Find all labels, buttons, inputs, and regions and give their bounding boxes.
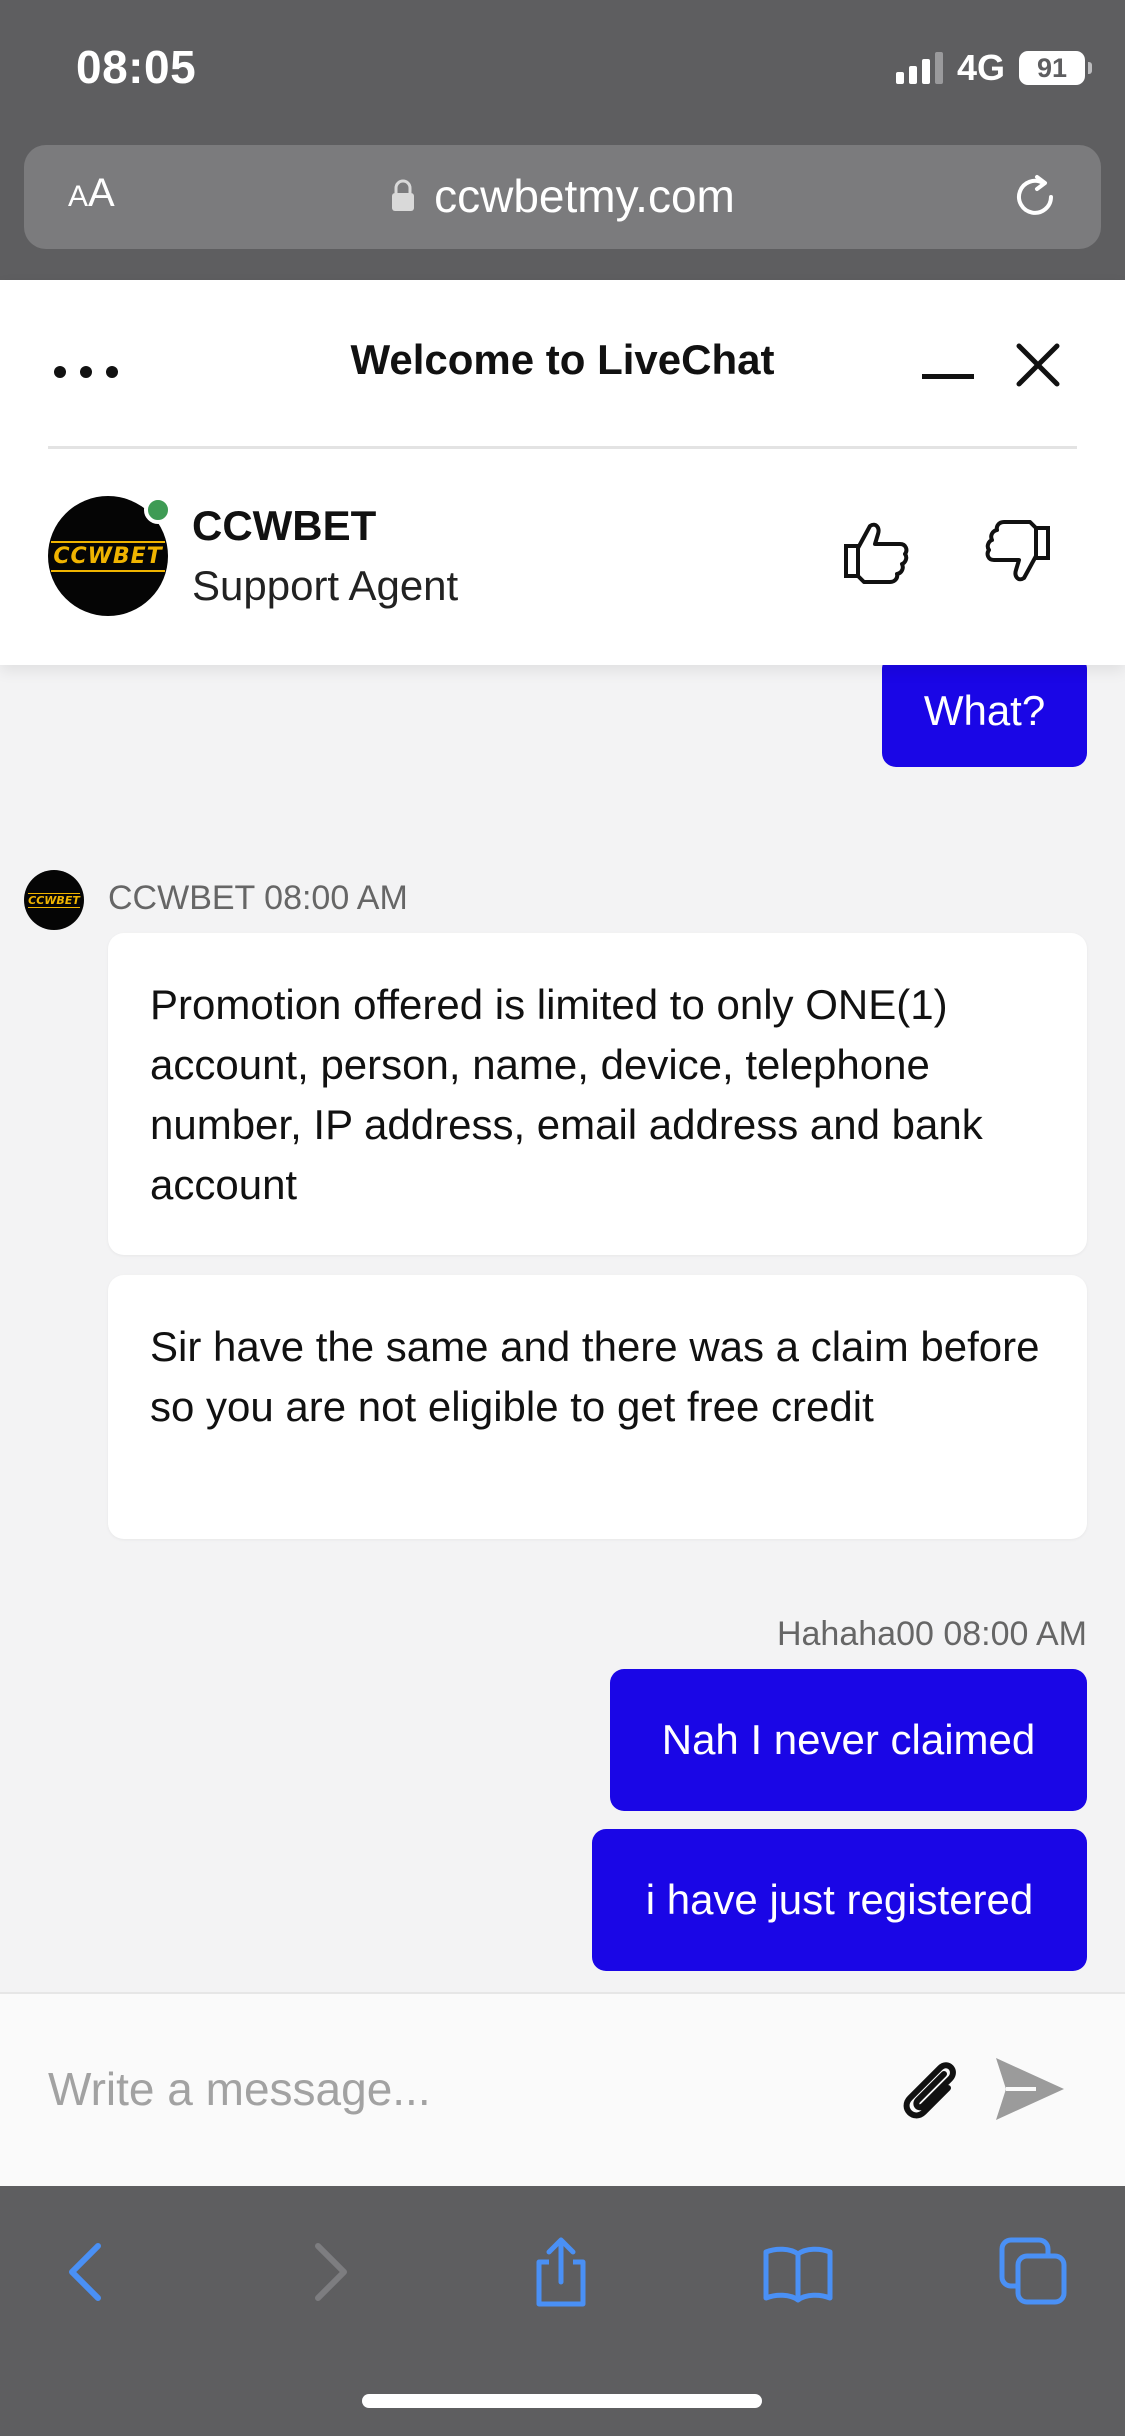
message-input[interactable] (48, 2054, 848, 2124)
agent-message-meta: CCWBET 08:00 AM (108, 879, 408, 917)
agent-logo: CCWBET (51, 540, 165, 572)
lock-icon (392, 179, 415, 211)
url-display[interactable]: ccwbetmy.com (24, 169, 1101, 223)
tabs-icon[interactable] (998, 2236, 1070, 2308)
network-type: 4G (956, 47, 1005, 88)
bookmarks-icon[interactable] (762, 2236, 834, 2308)
battery-level: 91 (1036, 52, 1068, 83)
minimize-icon[interactable] (922, 374, 974, 379)
agent-message-bubble: Sir have the same and there was a claim … (108, 1275, 1087, 1539)
status-indicators: 4G 91 (895, 46, 1092, 90)
message-text: Promotion offered is limited to only ONE… (150, 981, 983, 1208)
send-icon[interactable] (992, 2054, 1068, 2124)
message-composer (0, 1992, 1125, 2186)
agent-name: CCWBET (192, 502, 377, 549)
message-text: Sir have the same and there was a claim … (150, 1323, 1040, 1430)
reload-icon[interactable] (1007, 169, 1063, 225)
user-message-bubble: Nah I never claimed (610, 1669, 1087, 1811)
user-message-meta: Hahaha00 08:00 AM (776, 1615, 1087, 1653)
address-bar[interactable]: AA ccwbetmy.com (24, 145, 1101, 249)
agent-small-avatar: CCWBET (24, 870, 84, 930)
thumbs-down-icon[interactable] (980, 520, 1052, 592)
header-divider (48, 446, 1077, 449)
message-list[interactable]: What? CCWBET CCWBET 08:00 AM Promotion o… (0, 665, 1125, 1992)
agent-message-bubble: Promotion offered is limited to only ONE… (108, 933, 1087, 1255)
forward-icon[interactable] (292, 2236, 364, 2308)
message-text: Nah I never claimed (661, 1716, 1036, 1763)
status-time: 08:05 (76, 41, 197, 93)
url-text: ccwbetmy.com (434, 170, 735, 222)
agent-role: Support Agent (192, 562, 459, 609)
home-indicator (362, 2394, 762, 2408)
avatar: CCWBET (48, 496, 172, 616)
battery-icon: 91 (1019, 51, 1092, 85)
attach-icon[interactable] (892, 2052, 968, 2128)
close-icon[interactable] (1013, 340, 1063, 390)
online-status-dot (144, 496, 172, 524)
signal-icon (895, 52, 943, 84)
back-icon[interactable] (52, 2236, 124, 2308)
browser-top-chrome: 08:05 4G 91 AA ccwbetmy.com (0, 0, 1125, 280)
agent-logo-small: CCWBET (28, 892, 80, 908)
message-text: i have just registered (645, 1876, 1034, 1923)
chat-header: Welcome to LiveChat CCWBET CCWBET Suppor… (0, 280, 1125, 665)
share-icon[interactable] (525, 2236, 597, 2308)
user-message-bubble: What? (882, 665, 1087, 767)
user-message-bubble: i have just registered (592, 1829, 1087, 1971)
message-text: What? (923, 687, 1046, 734)
thumbs-up-icon[interactable] (842, 516, 914, 588)
